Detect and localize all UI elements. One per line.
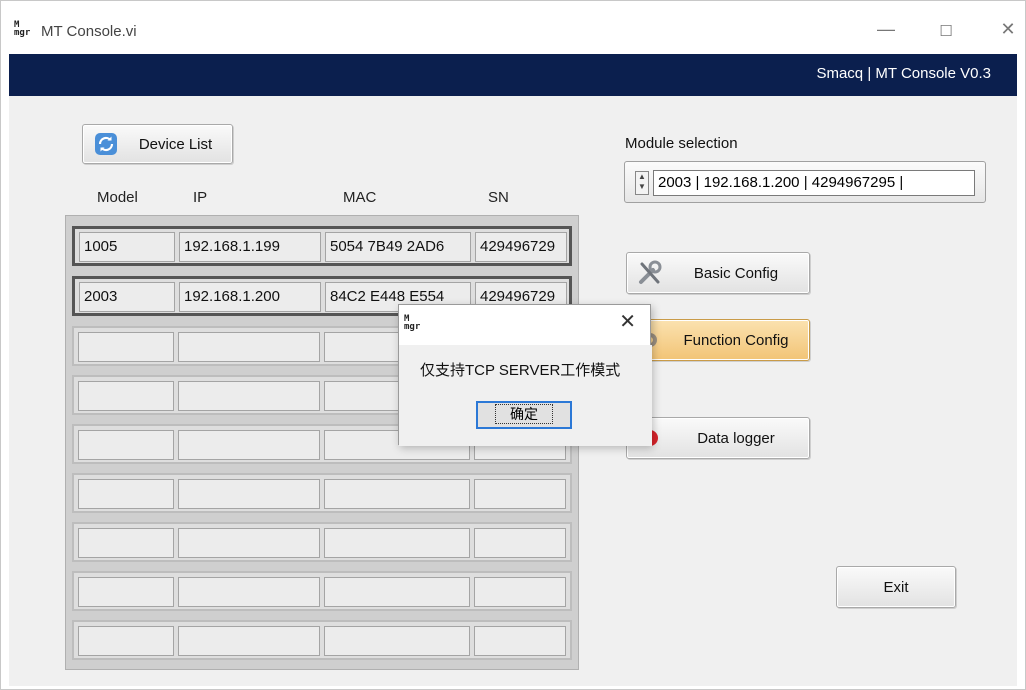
table-row[interactable]: 1005 192.168.1.199 5054 7B49 2AD6 429496… [72, 226, 572, 266]
cell-ip [178, 381, 320, 411]
table-row[interactable] [72, 571, 572, 611]
tools-icon [637, 260, 663, 286]
cell-ip [178, 528, 320, 558]
data-logger-label: Data logger [697, 429, 775, 447]
cell-model [78, 479, 174, 509]
cell-ip [178, 577, 320, 607]
table-row[interactable] [72, 473, 572, 513]
function-config-button[interactable]: Function Config [626, 319, 810, 361]
column-header-sn: SN [488, 189, 509, 206]
dialog-message: 仅支持TCP SERVER工作模式 [420, 362, 621, 379]
header-banner: Smacq | MT Console V0.3 [9, 54, 1017, 96]
exit-button[interactable]: Exit [836, 566, 956, 608]
data-logger-button[interactable]: Data logger [626, 417, 810, 459]
cell-ip [178, 626, 320, 656]
cell-mac [324, 577, 470, 607]
module-selection-field[interactable]: 2003 | 192.168.1.200 | 4294967295 | [653, 170, 975, 196]
table-row[interactable] [72, 620, 572, 660]
cell-sn [474, 479, 566, 509]
cell-ip: 192.168.1.199 [179, 232, 321, 262]
cell-ip [178, 332, 320, 362]
column-header-ip: IP [193, 189, 208, 206]
cell-model [78, 626, 174, 656]
app-icon: Mmgr [14, 20, 31, 38]
cell-ip: 192.168.1.200 [179, 282, 321, 312]
cell-mac [324, 528, 470, 558]
cell-ip [178, 430, 320, 460]
maximize-button[interactable]: ☐ [931, 22, 961, 40]
device-list-button[interactable]: Device List [82, 124, 233, 164]
column-header-mac: MAC [343, 189, 377, 206]
cell-model: 1005 [79, 232, 175, 262]
close-button[interactable]: ✕ [993, 19, 1023, 40]
dialog-body: 仅支持TCP SERVER工作模式 确定 [399, 345, 652, 446]
module-selection-control: ▲ ▼ 2003 | 192.168.1.200 | 4294967295 | [624, 161, 986, 203]
cell-mac [324, 626, 470, 656]
dialog-ok-button[interactable]: 确定 [476, 401, 572, 429]
dialog-app-icon: Mmgr [404, 314, 421, 332]
cell-model [78, 577, 174, 607]
cell-ip [178, 479, 320, 509]
cell-model: 2003 [79, 282, 175, 312]
minimize-button[interactable]: — [871, 19, 901, 40]
message-dialog: Mmgr ✕ 仅支持TCP SERVER工作模式 确定 [398, 304, 652, 446]
device-list-label: Device List [138, 135, 213, 153]
module-selection-label: Module selection [625, 135, 738, 152]
module-spinner[interactable]: ▲ ▼ [635, 171, 649, 195]
app-window: Mmgr MT Console.vi — ☐ ✕ Smacq | MT Cons… [0, 0, 1026, 690]
refresh-icon [93, 131, 119, 157]
function-config-label: Function Config [683, 331, 789, 349]
title-bar[interactable]: Mmgr MT Console.vi — ☐ ✕ [1, 1, 1025, 53]
table-row[interactable] [72, 522, 572, 562]
cell-model [78, 430, 174, 460]
dialog-ok-label: 确定 [495, 404, 553, 424]
cell-sn: 429496729 [475, 232, 567, 262]
column-header-model: Model [97, 189, 138, 206]
cell-model [78, 528, 174, 558]
cell-mac: 5054 7B49 2AD6 [325, 232, 471, 262]
banner-text: Smacq | MT Console V0.3 [816, 65, 991, 82]
basic-config-button[interactable]: Basic Config [626, 252, 810, 294]
cell-sn [474, 626, 566, 656]
cell-mac [324, 479, 470, 509]
window-title: MT Console.vi [41, 23, 137, 40]
dialog-close-button[interactable]: ✕ [619, 309, 636, 334]
basic-config-label: Basic Config [693, 264, 779, 282]
exit-label: Exit [883, 578, 909, 596]
cell-model [78, 381, 174, 411]
cell-sn [474, 577, 566, 607]
cell-sn [474, 528, 566, 558]
cell-model [78, 332, 174, 362]
